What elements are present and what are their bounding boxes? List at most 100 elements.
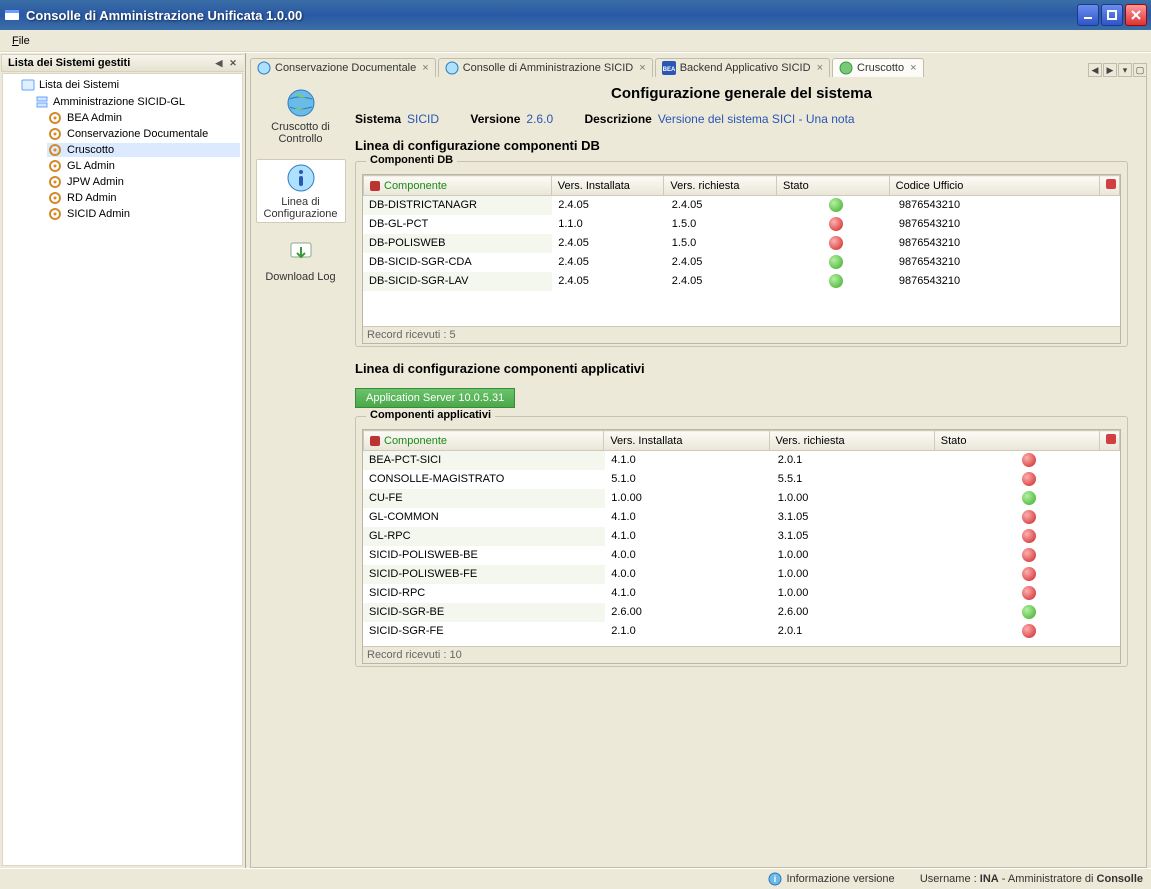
tab-icon [257,61,271,75]
gear-icon [49,208,61,220]
window-title: Consolle di Amministrazione Unificata 1.… [26,8,1077,23]
tab[interactable]: BEABackend Applicativo SICID× [655,58,830,77]
svg-text:BEA: BEA [662,67,675,73]
col-flag[interactable] [1100,431,1120,451]
app-icon [4,7,20,23]
tree-root[interactable]: Lista dei Sistemi [19,77,240,93]
group-app: Componenti applicativi Componente Vers. … [355,416,1128,667]
svg-text:i: i [774,874,777,884]
tree-item[interactable]: SICID Admin [47,207,240,221]
tab-icon [839,61,853,75]
tree-item[interactable]: JPW Admin [47,175,240,189]
status-ok-icon [829,274,843,288]
download-icon [285,237,317,269]
gear-icon [49,112,61,124]
tab-controls: ◀ ▶ ▾ ▢ [1087,63,1147,77]
gear-icon [49,192,61,204]
tab-menu[interactable]: ▾ [1118,63,1132,77]
table-row[interactable]: CU-FE1.0.001.0.00 [363,489,1120,508]
page-title: Configurazione generale del sistema [355,85,1128,102]
table-row[interactable]: GL-RPC4.1.03.1.05 [363,527,1120,546]
maximize-button[interactable] [1101,4,1123,26]
status-ok-icon [1022,605,1036,619]
tree-group[interactable]: Amministrazione SICID-GL [33,94,240,110]
tab-close-icon[interactable]: × [910,62,916,74]
table-row[interactable]: BEA-PCT-SICI4.1.02.0.1 [363,451,1120,470]
status-ok-icon [829,255,843,269]
status-ok-icon [1022,491,1036,505]
table-row[interactable]: SICID-RPC4.1.01.0.00 [363,584,1120,603]
gear-icon [49,176,61,188]
col-stato[interactable]: Stato [777,176,890,196]
tree-item[interactable]: BEA Admin [47,111,240,125]
minimize-button[interactable] [1077,4,1099,26]
tool-linea[interactable]: Linea di Configurazione [256,159,346,223]
collapse-close-icon[interactable]: ✕ [228,58,238,68]
globe-icon [285,87,317,119]
section-app-title: Linea di configurazione componenti appli… [355,361,1128,376]
db-record-count: Record ricevuti : 5 [363,326,1120,343]
server-icon [35,95,49,109]
sidebar-header: Lista dei Sistemi gestiti ◀ ✕ [1,54,244,72]
tab-maximize[interactable]: ▢ [1133,63,1147,77]
table-row[interactable]: DB-DISTRICTANAGR2.4.052.4.059876543210 [363,196,1120,215]
appserver-button[interactable]: Application Server 10.0.5.31 [355,388,515,408]
col-flag[interactable] [1100,176,1120,196]
col-codice-ufficio[interactable]: Codice Ufficio [889,176,1099,196]
table-row[interactable]: GL-COMMON4.1.03.1.05 [363,508,1120,527]
version-info-link[interactable]: Informazione versione [786,873,894,885]
col-vers-installata[interactable]: Vers. Installata [551,176,664,196]
tab[interactable]: Conservazione Documentale× [250,58,436,77]
tab-scroll-left[interactable]: ◀ [1088,63,1102,77]
tab-close-icon[interactable]: × [422,62,428,74]
table-row[interactable]: CONSOLLE-MAGISTRATO5.1.05.5.1 [363,470,1120,489]
table-row[interactable]: DB-GL-PCT1.1.01.5.09876543210 [363,215,1120,234]
status-error-icon [1022,510,1036,524]
tab-close-icon[interactable]: × [639,62,645,74]
tool-download-log[interactable]: Download Log [256,235,346,285]
tree-item[interactable]: Cruscotto [47,143,240,157]
col-vers-richiesta[interactable]: Vers. richiesta [769,431,934,451]
group-db: Componenti DB Componente Vers. Installat… [355,161,1128,347]
tab-close-icon[interactable]: × [817,62,823,74]
tab-icon [445,61,459,75]
status-error-icon [1022,529,1036,543]
tab[interactable]: Consolle di Amministrazione SICID× [438,58,653,77]
tree-item[interactable]: GL Admin [47,159,240,173]
group-app-legend: Componenti applicativi [366,409,495,421]
col-componente[interactable]: Componente [364,176,552,196]
table-row[interactable]: SICID-SGR-BE2.6.002.6.00 [363,603,1120,622]
col-vers-richiesta[interactable]: Vers. richiesta [664,176,777,196]
db-table: Componente Vers. Installata Vers. richie… [363,175,1120,196]
table-row[interactable]: DB-SICID-SGR-LAV2.4.052.4.059876543210 [363,272,1120,291]
table-row[interactable]: DB-POLISWEB2.4.051.5.09876543210 [363,234,1120,253]
col-vers-installata[interactable]: Vers. Installata [604,431,769,451]
col-stato[interactable]: Stato [934,431,1099,451]
table-row[interactable]: DB-SICID-SGR-CDA2.4.052.4.059876543210 [363,253,1120,272]
tree-item[interactable]: Conservazione Documentale [47,127,240,141]
statusbar: i Informazione versione Username : INA -… [0,868,1151,888]
col-componente[interactable]: Componente [364,431,604,451]
system-info-line: SistemaSICID Versione2.6.0 DescrizioneVe… [355,112,1128,126]
table-row[interactable]: SICID-POLISWEB-BE4.0.01.0.00 [363,546,1120,565]
app-table: Componente Vers. Installata Vers. richie… [363,430,1120,451]
tool-cruscotto[interactable]: Cruscotto di Controllo [256,85,346,147]
tree-item[interactable]: RD Admin [47,191,240,205]
status-error-icon [1022,624,1036,638]
table-row[interactable]: SICID-POLISWEB-FE4.0.01.0.00 [363,565,1120,584]
close-button[interactable] [1125,4,1147,26]
tab-scroll-right[interactable]: ▶ [1103,63,1117,77]
window-titlebar: Consolle di Amministrazione Unificata 1.… [0,0,1151,30]
table-row[interactable]: SICID-SGR-FE2.1.02.0.1 [363,622,1120,641]
gear-icon [49,160,61,172]
tree-icon [21,78,35,92]
systems-tree[interactable]: Lista dei Sistemi Amministrazione SICID-… [2,73,243,866]
tab[interactable]: Cruscotto× [832,58,924,77]
status-ok-icon [829,198,843,212]
menu-file[interactable]: File [6,33,36,49]
status-error-icon [829,236,843,250]
gear-icon [49,128,61,140]
main-content: Configurazione generale del sistema Sist… [351,77,1146,867]
collapse-left-icon[interactable]: ◀ [214,58,224,68]
app-record-count: Record ricevuti : 10 [363,646,1120,663]
